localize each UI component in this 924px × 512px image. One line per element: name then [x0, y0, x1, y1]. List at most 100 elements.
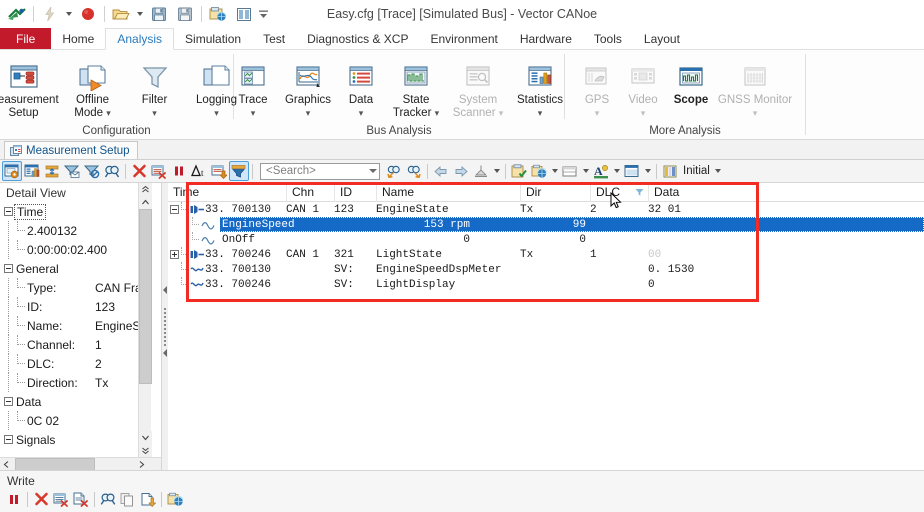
column-filter-icon[interactable] — [635, 188, 644, 197]
collapse-icon[interactable] — [4, 435, 13, 444]
column-header-data[interactable]: Data — [648, 182, 748, 202]
dropdown-caret-icon[interactable]: ▾ — [251, 108, 256, 118]
ribbon-button-system-scanner[interactable]: System Scanner ▾ — [447, 54, 509, 119]
open-dropdown-icon[interactable] — [134, 1, 146, 27]
ribbon-tab-simulation[interactable]: Simulation — [174, 28, 252, 49]
clear-window-icon[interactable] — [149, 161, 169, 181]
splitter-collapse-down-icon[interactable] — [163, 349, 167, 358]
ribbon-tab-tools[interactable]: Tools — [583, 28, 633, 49]
column-header-id[interactable]: ID — [334, 182, 376, 202]
detail-vertical-scrollbar[interactable] — [138, 183, 152, 457]
scroll-thumb[interactable] — [139, 209, 152, 384]
flash-dropdown-icon[interactable] — [63, 1, 75, 27]
ribbon-tab-test[interactable]: Test — [252, 28, 296, 49]
expand-collapse-icon[interactable] — [170, 205, 179, 214]
table-row[interactable]: OnOff 0 0 — [168, 232, 924, 247]
customize-qat-icon[interactable] — [257, 1, 269, 27]
scroll-bottom-button[interactable] — [139, 444, 152, 457]
column-header-chn[interactable]: Chn — [286, 182, 334, 202]
clear-icon[interactable] — [129, 161, 149, 181]
dropdown-caret-icon[interactable]: ▾ — [538, 108, 543, 118]
marker-icon[interactable] — [471, 161, 491, 181]
navigate-back-icon[interactable] — [431, 161, 451, 181]
scroll-left-button[interactable] — [0, 458, 13, 470]
ribbon-button-measurement-setup[interactable]: Measurement Setup — [0, 54, 62, 119]
ribbon-tab-environment[interactable]: Environment — [419, 28, 508, 49]
canoe-logo-icon[interactable] — [4, 1, 30, 27]
save-as-icon[interactable] — [172, 1, 198, 27]
window-layout-dropdown-icon[interactable] — [642, 161, 653, 181]
columns-icon[interactable] — [560, 161, 580, 181]
expand-collapse-icon[interactable] — [170, 250, 179, 259]
table-row[interactable]: EngineSpeed 153 rpm 99 — [168, 217, 924, 232]
ribbon-tab-home[interactable]: Home — [51, 28, 105, 49]
find-next-icon[interactable] — [404, 161, 424, 181]
ribbon-tab-file[interactable]: File — [0, 28, 52, 49]
ribbon-tab-layout[interactable]: Layout — [633, 28, 691, 49]
dropdown-caret-icon[interactable]: ▾ — [152, 108, 157, 118]
ribbon-button-gps[interactable]: GPS ▾ — [575, 54, 619, 119]
pause-icon[interactable] — [169, 161, 189, 181]
export-logging-icon[interactable] — [209, 161, 229, 181]
dropdown-caret-icon[interactable]: ▾ — [499, 108, 504, 118]
expand-collapse-icon[interactable] — [42, 161, 62, 181]
dropdown-caret-icon[interactable]: ▾ — [106, 108, 111, 118]
font-color-dropdown-icon[interactable] — [611, 161, 622, 181]
analysis-filter-icon[interactable] — [229, 161, 249, 181]
pause-output-icon[interactable] — [4, 489, 24, 509]
navigate-forward-icon[interactable] — [451, 161, 471, 181]
statistics-view-icon[interactable] — [22, 161, 42, 181]
ribbon-button-video[interactable]: Video ▾ — [619, 54, 667, 119]
marker-dropdown-icon[interactable] — [491, 161, 502, 181]
color-scheme-icon[interactable] — [660, 161, 680, 181]
save-output-icon[interactable] — [138, 489, 158, 509]
open-folder-icon[interactable] — [108, 1, 134, 27]
copy-icon[interactable] — [118, 489, 138, 509]
export-dropdown-icon[interactable] — [549, 161, 560, 181]
ribbon-button-filter[interactable]: Filter ▾ — [124, 54, 186, 119]
document-tab-measurement-setup[interactable]: Measurement Setup — [4, 141, 138, 159]
ribbon-tab-hardware[interactable]: Hardware — [509, 28, 583, 49]
clear-file-icon[interactable] — [71, 489, 91, 509]
color-scheme-dropdown-icon[interactable] — [713, 161, 724, 181]
collapse-icon[interactable] — [4, 397, 13, 406]
scroll-right-button[interactable] — [135, 458, 148, 470]
save-config-icon[interactable] — [205, 1, 231, 27]
dropdown-caret-icon[interactable]: ▾ — [306, 108, 311, 118]
record-icon[interactable] — [75, 1, 101, 27]
dropdown-caret-icon[interactable]: ▾ — [753, 108, 758, 118]
dropdown-caret-icon[interactable]: ▾ — [641, 108, 646, 118]
font-color-icon[interactable]: A — [591, 161, 611, 181]
clear-window-icon[interactable] — [51, 489, 71, 509]
table-row[interactable]: 33. 700130 SV: EngineSpeedDspMeter 0. 15… — [168, 262, 924, 277]
clear-all-icon[interactable] — [31, 489, 51, 509]
ribbon-tab-diagnostics-xcp[interactable]: Diagnostics & XCP — [296, 28, 419, 49]
ribbon-button-graphics[interactable]: Graphics ▾ — [279, 54, 337, 119]
scroll-down-button[interactable] — [139, 431, 152, 444]
panels-icon[interactable] — [231, 1, 257, 27]
dropdown-caret-icon[interactable]: ▾ — [595, 108, 600, 118]
scroll-thumb-horizontal[interactable] — [15, 458, 95, 470]
ribbon-button-statistics[interactable]: Statistics ▾ — [509, 54, 571, 119]
table-row[interactable]: 33. 700130 CAN 1 123 EngineState Tx 2 32… — [168, 202, 924, 217]
save-icon[interactable] — [146, 1, 172, 27]
scroll-top-button[interactable] — [139, 183, 152, 196]
search-input[interactable]: <Search> — [260, 162, 380, 180]
dropdown-caret-icon[interactable]: ▾ — [359, 108, 364, 118]
ribbon-button-gnss-monitor[interactable]: GNSS Monitor ▾ — [715, 54, 795, 119]
export-icon[interactable] — [529, 161, 549, 181]
collapse-icon[interactable] — [4, 207, 13, 216]
column-header-time[interactable]: Time — [168, 183, 286, 202]
dropdown-caret-icon[interactable]: ▾ — [435, 108, 440, 118]
ribbon-button-offline-mode[interactable]: Offline Mode ▾ — [62, 54, 124, 119]
time-delta-icon[interactable]: t — [189, 161, 209, 181]
collapse-icon[interactable] — [4, 264, 13, 273]
ribbon-button-trace[interactable]: Trace ▾ — [227, 54, 279, 119]
ribbon-tab-analysis[interactable]: Analysis — [105, 28, 175, 50]
table-row[interactable]: 33. 700246 CAN 1 321 LightState Tx 1 00 — [168, 247, 924, 262]
find-icon[interactable] — [102, 161, 122, 181]
scroll-up-button[interactable] — [139, 196, 152, 209]
stop-filter-icon[interactable] — [82, 161, 102, 181]
ribbon-button-state-tracker[interactable]: State Tracker ▾ — [385, 54, 447, 119]
table-row[interactable]: 33. 700246 SV: LightDisplay 0 — [168, 277, 924, 292]
